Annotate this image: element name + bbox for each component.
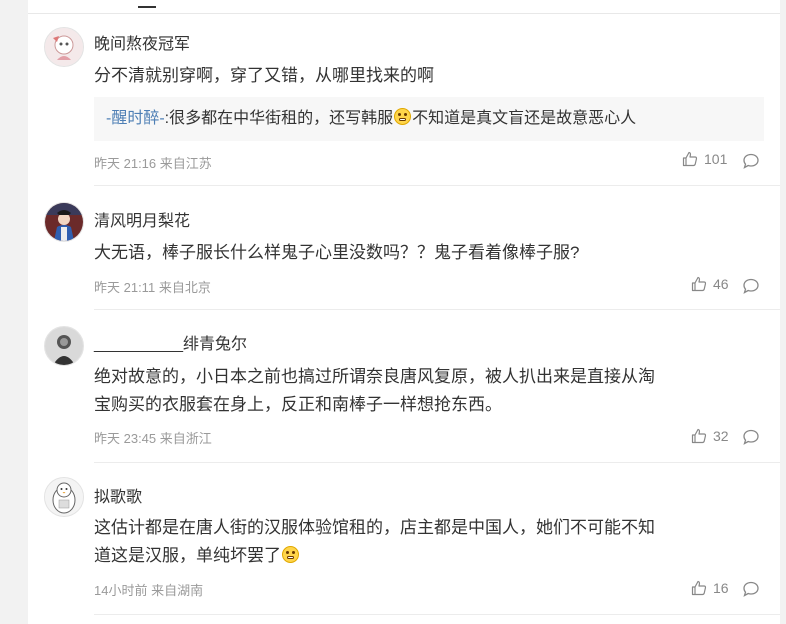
username[interactable]: 晚间熬夜冠军 <box>94 30 190 54</box>
comment-meta: 昨天 21:16 来自江苏 <box>94 153 212 172</box>
like-count: 16 <box>713 580 729 596</box>
quoted-text-tail: 不知道是真文盲还是故意恶心人 <box>412 110 637 127</box>
avatar[interactable] <box>44 477 84 517</box>
divider <box>94 614 780 615</box>
comment-text-tail: 道这是汉服，单纯坏罢了 <box>94 546 281 565</box>
timestamp: 昨天 21:11 <box>94 280 156 295</box>
quoted-text: :很多都在中华街租的，还写韩服 <box>164 110 394 127</box>
like-button[interactable]: 16 <box>691 580 729 596</box>
grin-emoji-icon <box>394 108 412 125</box>
grin-emoji-icon <box>282 546 299 563</box>
avatar[interactable] <box>44 326 84 366</box>
thumbs-up-icon <box>691 428 707 444</box>
quoted-username[interactable]: -醒时醉- <box>106 110 165 127</box>
like-button[interactable]: 32 <box>691 428 729 444</box>
comment-text: 大无语，棒子服长什么样鬼子心里没数吗？？鬼子看着像棒子服? <box>94 243 580 262</box>
thumbs-up-icon <box>682 151 698 167</box>
thumbs-up-icon <box>691 276 707 292</box>
comment-text-line1: 这估计都是在唐人街的汉服体验馆租的，店主都是中国人，她们不可能不知 <box>94 518 655 537</box>
avatar[interactable] <box>44 202 84 242</box>
comment-bubble-icon[interactable] <box>742 580 760 598</box>
like-count: 32 <box>713 428 729 444</box>
username[interactable]: 清风明月梨花 <box>94 207 190 231</box>
like-button[interactable]: 46 <box>691 276 729 292</box>
like-count: 46 <box>713 276 729 292</box>
quoted-reply[interactable]: -醒时醉-:很多都在中华街租的，还写韩服 不知道是真文盲还是故意恶心人 <box>94 97 764 141</box>
like-button[interactable]: 101 <box>682 151 727 167</box>
comment-text-line2: 宝购买的衣服套在身上，反正和南棒子一样想抢东西。 <box>94 395 502 414</box>
location: 来自浙江 <box>159 431 212 446</box>
timestamp: 昨天 23:45 <box>94 431 157 446</box>
location: 来自江苏 <box>159 156 212 171</box>
comment-panel: 晚间熬夜冠军 分不清就别穿啊，穿了又错，从哪里找来的啊 -醒时醉-:很多都在中华… <box>28 0 780 624</box>
comment-text: 分不清就别穿啊，穿了又错，从哪里找来的啊 <box>94 66 434 85</box>
location: 来自北京 <box>158 280 211 295</box>
divider <box>28 13 780 14</box>
like-count: 101 <box>704 151 728 167</box>
divider <box>94 462 780 463</box>
comment-meta: 14小时前 来自湖南 <box>94 580 203 599</box>
comment-meta: 昨天 21:11 来自北京 <box>94 277 211 296</box>
timestamp: 14小时前 <box>94 583 148 598</box>
username[interactable]: __________绯青兔尔 <box>94 330 247 354</box>
thumbs-up-icon <box>691 580 707 596</box>
top-mark <box>138 6 156 8</box>
avatar[interactable] <box>44 27 84 67</box>
username[interactable]: 拟歌歌 <box>94 483 142 507</box>
divider <box>94 309 780 310</box>
location: 来自湖南 <box>151 583 204 598</box>
comment-text-line2: 道这是汉服，单纯坏罢了 <box>94 542 774 570</box>
timestamp: 昨天 21:16 <box>94 156 157 171</box>
divider <box>94 185 780 186</box>
comment-meta: 昨天 23:45 来自浙江 <box>94 428 212 447</box>
comment-bubble-icon[interactable] <box>742 428 760 446</box>
comment-text-line1: 绝对故意的，小日本之前也搞过所谓奈良唐风复原，被人扒出来是直接从淘 <box>94 367 655 386</box>
comment-bubble-icon[interactable] <box>742 152 760 170</box>
comment-bubble-icon[interactable] <box>742 277 760 295</box>
